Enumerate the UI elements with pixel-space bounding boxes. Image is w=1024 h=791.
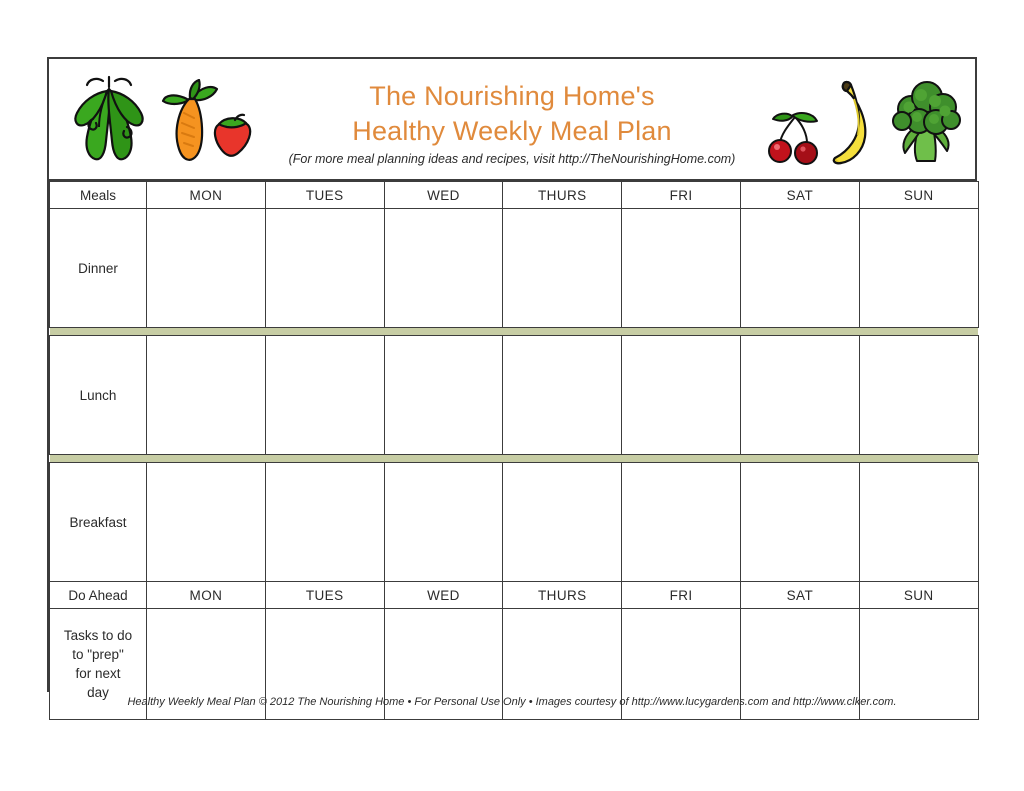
cell-breakfast-sat[interactable]: [739, 462, 860, 582]
cell-dinner-thurs[interactable]: [502, 208, 623, 328]
day-header-thurs: THURS: [502, 181, 623, 209]
cell-dinner-wed[interactable]: [383, 208, 504, 328]
day-header-sun: SUN: [858, 181, 979, 209]
do-ahead-header-row: Do Ahead MON TUES WED THURS FRI SAT SUN: [49, 581, 979, 609]
cell-lunch-tues[interactable]: [264, 335, 385, 455]
section-divider-1: [49, 327, 979, 336]
table-row-breakfast: Breakfast: [49, 462, 979, 582]
meals-header-row: Meals MON TUES WED THURS FRI SAT SUN: [49, 181, 979, 209]
table-row-lunch: Lunch: [49, 335, 979, 455]
do-ahead-day-header-fri: FRI: [621, 581, 741, 609]
do-ahead-header-label: Do Ahead: [49, 581, 147, 609]
do-ahead-day-header-thurs: THURS: [502, 581, 623, 609]
cell-lunch-mon[interactable]: [146, 335, 266, 455]
do-ahead-day-header-tues: TUES: [264, 581, 385, 609]
meal-plan-table: Meals MON TUES WED THURS FRI SAT SUN Din…: [49, 181, 979, 720]
cell-breakfast-tues[interactable]: [264, 462, 385, 582]
footer-copyright: Healthy Weekly Meal Plan © 2012 The Nour…: [127, 696, 897, 708]
meal-plan-sheet: The Nourishing Home's Healthy Weekly Mea…: [47, 57, 979, 720]
section-divider-2: [49, 454, 979, 463]
day-header-wed: WED: [383, 181, 504, 209]
prep-label-line-2: to "prep": [72, 647, 124, 662]
divider-bar: [49, 327, 979, 336]
cell-breakfast-fri[interactable]: [621, 462, 741, 582]
cell-dinner-tues[interactable]: [264, 208, 385, 328]
strawberry-illustration: [213, 113, 252, 157]
do-ahead-day-header-mon: MON: [146, 581, 266, 609]
cherries-illustration: [768, 112, 818, 165]
row-label-dinner: Dinner: [49, 208, 147, 328]
cell-lunch-fri[interactable]: [621, 335, 741, 455]
cell-dinner-mon[interactable]: [146, 208, 266, 328]
do-ahead-day-header-wed: WED: [383, 581, 504, 609]
cell-breakfast-thurs[interactable]: [502, 462, 623, 582]
cell-lunch-sat[interactable]: [739, 335, 860, 455]
cell-dinner-sat[interactable]: [739, 208, 860, 328]
pea-pods-illustration: [74, 75, 144, 161]
day-header-mon: MON: [146, 181, 266, 209]
banana-illustration: [832, 80, 867, 165]
cell-lunch-sun[interactable]: [858, 335, 979, 455]
table-row-dinner: Dinner: [49, 208, 979, 328]
cell-lunch-thurs[interactable]: [502, 335, 623, 455]
day-header-fri: FRI: [621, 181, 741, 209]
day-header-tues: TUES: [264, 181, 385, 209]
meals-header-label: Meals: [49, 181, 147, 209]
cell-dinner-sun[interactable]: [858, 208, 979, 328]
divider-bar: [49, 454, 979, 463]
header-banner: The Nourishing Home's Healthy Weekly Mea…: [49, 59, 975, 181]
row-label-lunch: Lunch: [49, 335, 147, 455]
cell-dinner-fri[interactable]: [621, 208, 741, 328]
row-label-breakfast: Breakfast: [49, 462, 147, 582]
day-header-sat: SAT: [739, 181, 860, 209]
cell-lunch-wed[interactable]: [383, 335, 504, 455]
prep-label-line-1: Tasks to do: [63, 628, 133, 643]
prep-label-line-3: for next: [75, 666, 121, 681]
do-ahead-day-header-sun: SUN: [858, 581, 979, 609]
cell-breakfast-wed[interactable]: [383, 462, 504, 582]
cell-breakfast-sun[interactable]: [858, 462, 979, 582]
cell-breakfast-mon[interactable]: [146, 462, 266, 582]
do-ahead-day-header-sat: SAT: [739, 581, 860, 609]
broccoli-illustration: [892, 81, 961, 162]
